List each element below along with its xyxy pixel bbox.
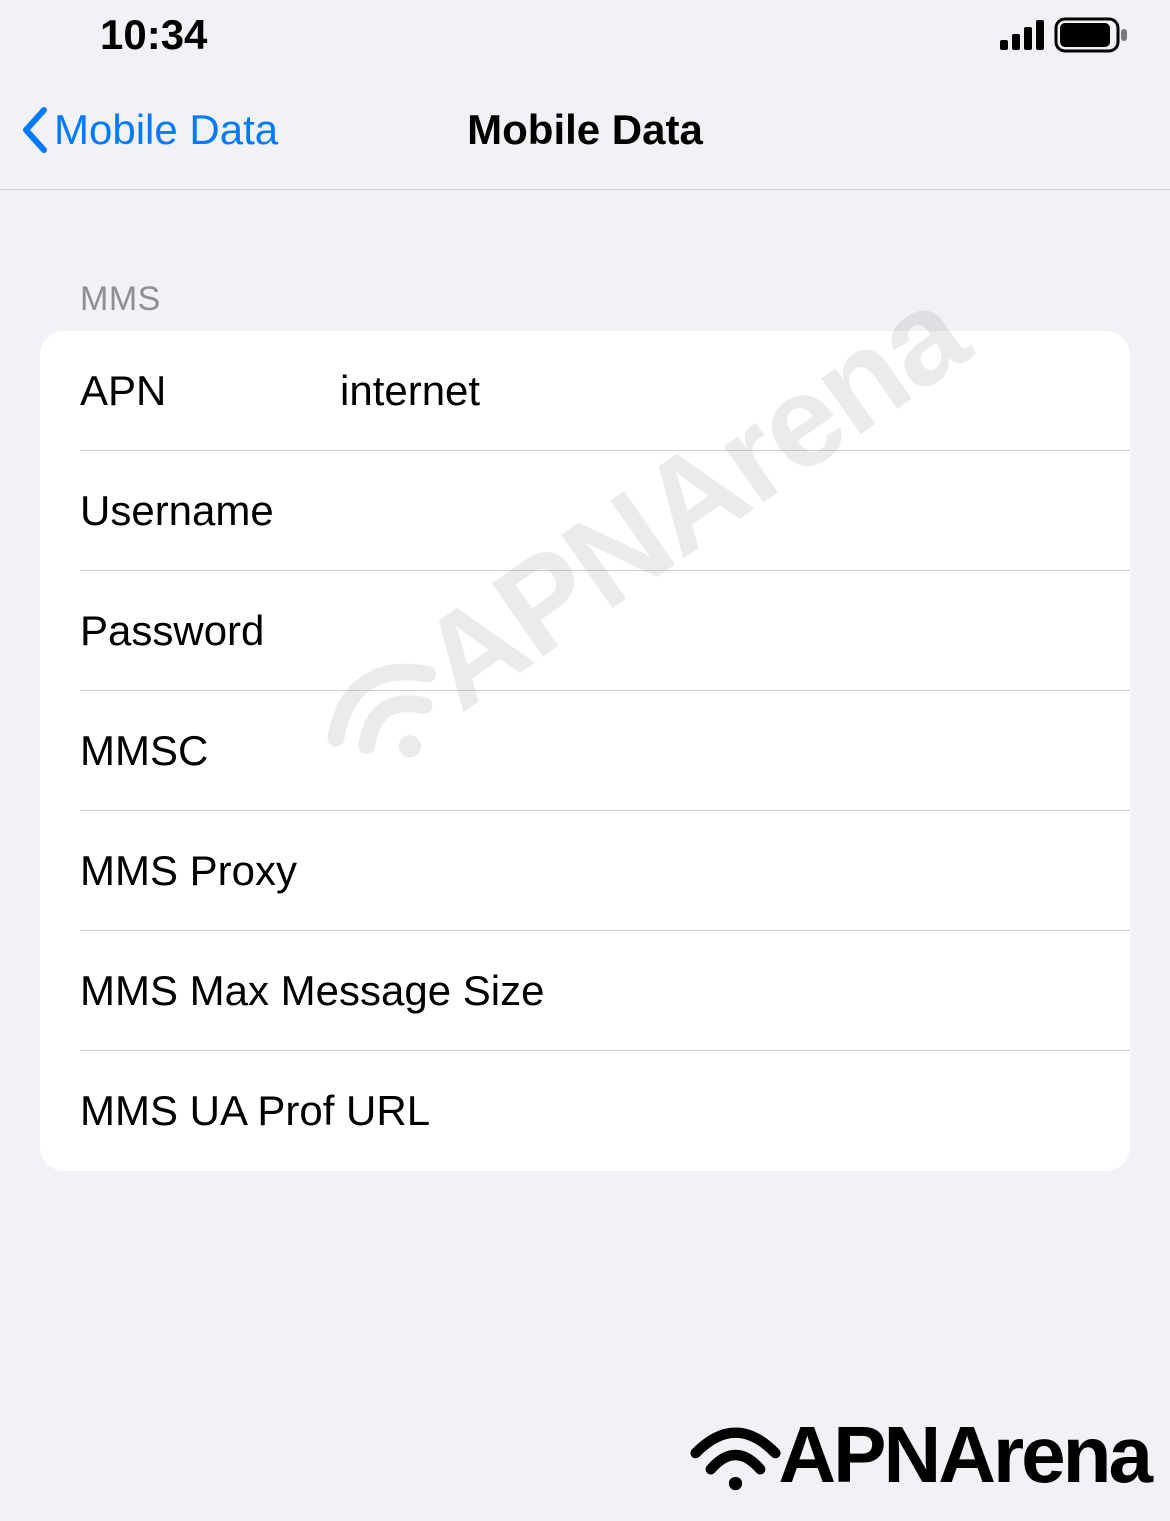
signal-icon — [1000, 20, 1046, 50]
nav-bar: Mobile Data Mobile Data — [0, 70, 1170, 190]
row-label: MMS UA Prof URL — [80, 1087, 430, 1135]
settings-row-username[interactable]: Username — [40, 451, 1130, 571]
row-label: MMS Proxy — [80, 847, 297, 895]
row-label: Password — [80, 607, 264, 655]
footer-text: APNArena — [778, 1409, 1150, 1501]
status-time: 10:34 — [100, 11, 207, 59]
settings-row-password[interactable]: Password — [40, 571, 1130, 691]
battery-icon — [1054, 17, 1130, 53]
settings-row-mms-max-size[interactable]: MMS Max Message Size — [40, 931, 1130, 1051]
settings-row-mmsc[interactable]: MMSC — [40, 691, 1130, 811]
content: MMS APN Username Password MMSC MMS Proxy — [0, 190, 1170, 1171]
mmsc-input[interactable] — [268, 727, 1090, 775]
username-input[interactable] — [334, 487, 1090, 535]
settings-row-apn[interactable]: APN — [40, 331, 1130, 451]
settings-row-mms-proxy[interactable]: MMS Proxy — [40, 811, 1130, 931]
back-button[interactable]: Mobile Data — [20, 106, 278, 154]
footer-logo: APNArena — [688, 1409, 1150, 1501]
row-label: MMS Max Message Size — [80, 967, 544, 1015]
mms-ua-prof-input[interactable] — [490, 1087, 1090, 1135]
chevron-left-icon — [20, 106, 48, 154]
status-bar: 10:34 — [0, 0, 1170, 70]
settings-group: APN Username Password MMSC MMS Proxy MMS… — [40, 331, 1130, 1171]
row-label: Username — [80, 487, 274, 535]
section-header-mms: MMS — [40, 280, 1130, 331]
back-label: Mobile Data — [54, 106, 278, 154]
apn-input[interactable] — [340, 367, 1090, 415]
row-label: APN — [80, 367, 280, 415]
mms-max-size-input[interactable] — [604, 967, 1130, 1015]
password-input[interactable] — [324, 607, 1090, 655]
page-title: Mobile Data — [467, 106, 703, 154]
mms-proxy-input[interactable] — [357, 847, 1090, 895]
status-icons — [1000, 17, 1130, 53]
wifi-icon — [688, 1415, 783, 1495]
row-label: MMSC — [80, 727, 208, 775]
settings-row-mms-ua-prof[interactable]: MMS UA Prof URL — [40, 1051, 1130, 1171]
